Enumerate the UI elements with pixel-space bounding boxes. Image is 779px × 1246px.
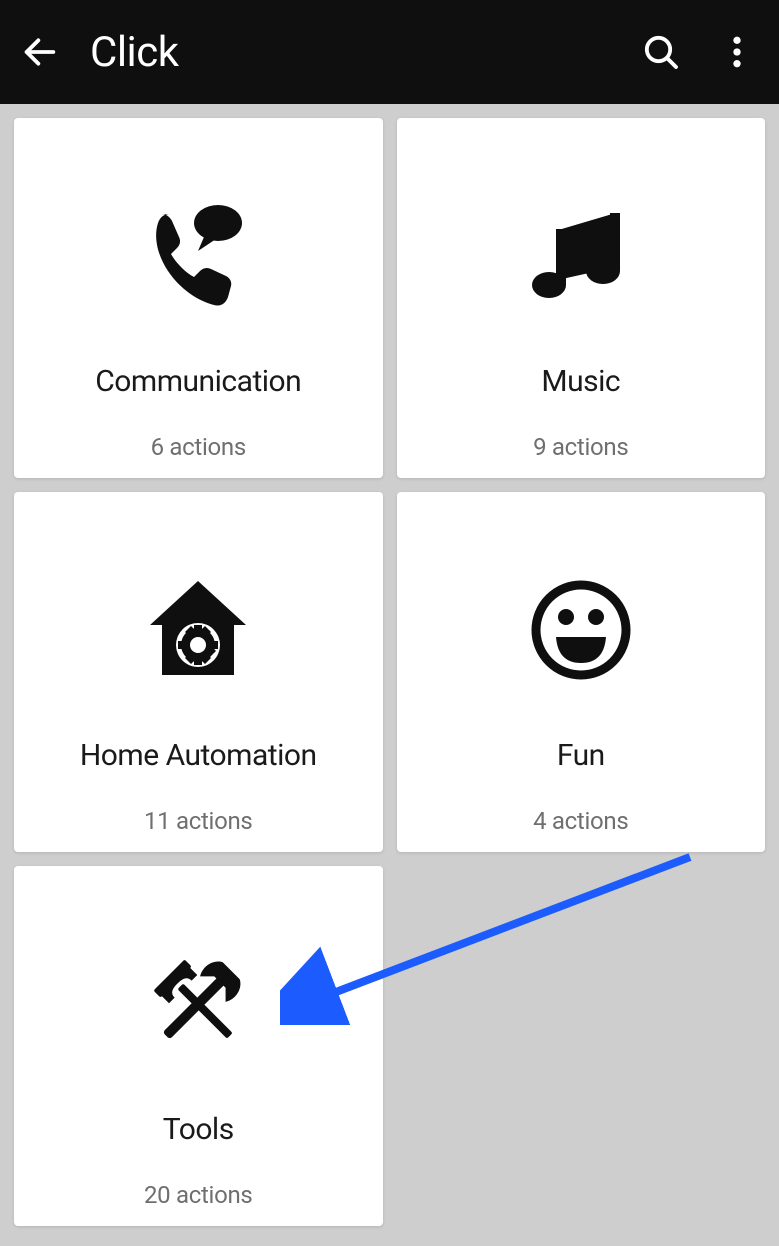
phone-chat-icon — [138, 196, 258, 316]
more-button[interactable] — [713, 28, 761, 76]
category-title: Tools — [163, 1112, 234, 1147]
category-sub: 4 actions — [533, 807, 628, 835]
category-sub: 9 actions — [533, 433, 628, 461]
category-title: Fun — [557, 738, 605, 773]
category-title: Communication — [95, 364, 301, 399]
home-gear-icon — [138, 570, 258, 690]
category-card-home-automation[interactable]: Home Automation 11 actions — [14, 492, 383, 852]
category-title: Music — [541, 364, 620, 399]
tools-icon — [138, 944, 258, 1064]
more-vertical-icon — [717, 32, 757, 72]
category-sub: 6 actions — [151, 433, 246, 461]
smile-icon — [521, 570, 641, 690]
category-card-communication[interactable]: Communication 6 actions — [14, 118, 383, 478]
search-icon — [641, 32, 681, 72]
arrow-left-icon — [20, 32, 60, 72]
app-header: Click — [0, 0, 779, 104]
back-button[interactable] — [18, 30, 62, 74]
category-sub: 20 actions — [144, 1181, 253, 1209]
category-card-fun[interactable]: Fun 4 actions — [397, 492, 766, 852]
category-sub: 11 actions — [144, 807, 253, 835]
category-card-music[interactable]: Music 9 actions — [397, 118, 766, 478]
search-button[interactable] — [637, 28, 685, 76]
music-note-icon — [521, 196, 641, 316]
category-title: Home Automation — [80, 738, 317, 773]
category-grid: Communication 6 actions Music 9 actions — [0, 104, 779, 1240]
category-card-tools[interactable]: Tools 20 actions — [14, 866, 383, 1226]
page-title: Click — [90, 28, 609, 77]
